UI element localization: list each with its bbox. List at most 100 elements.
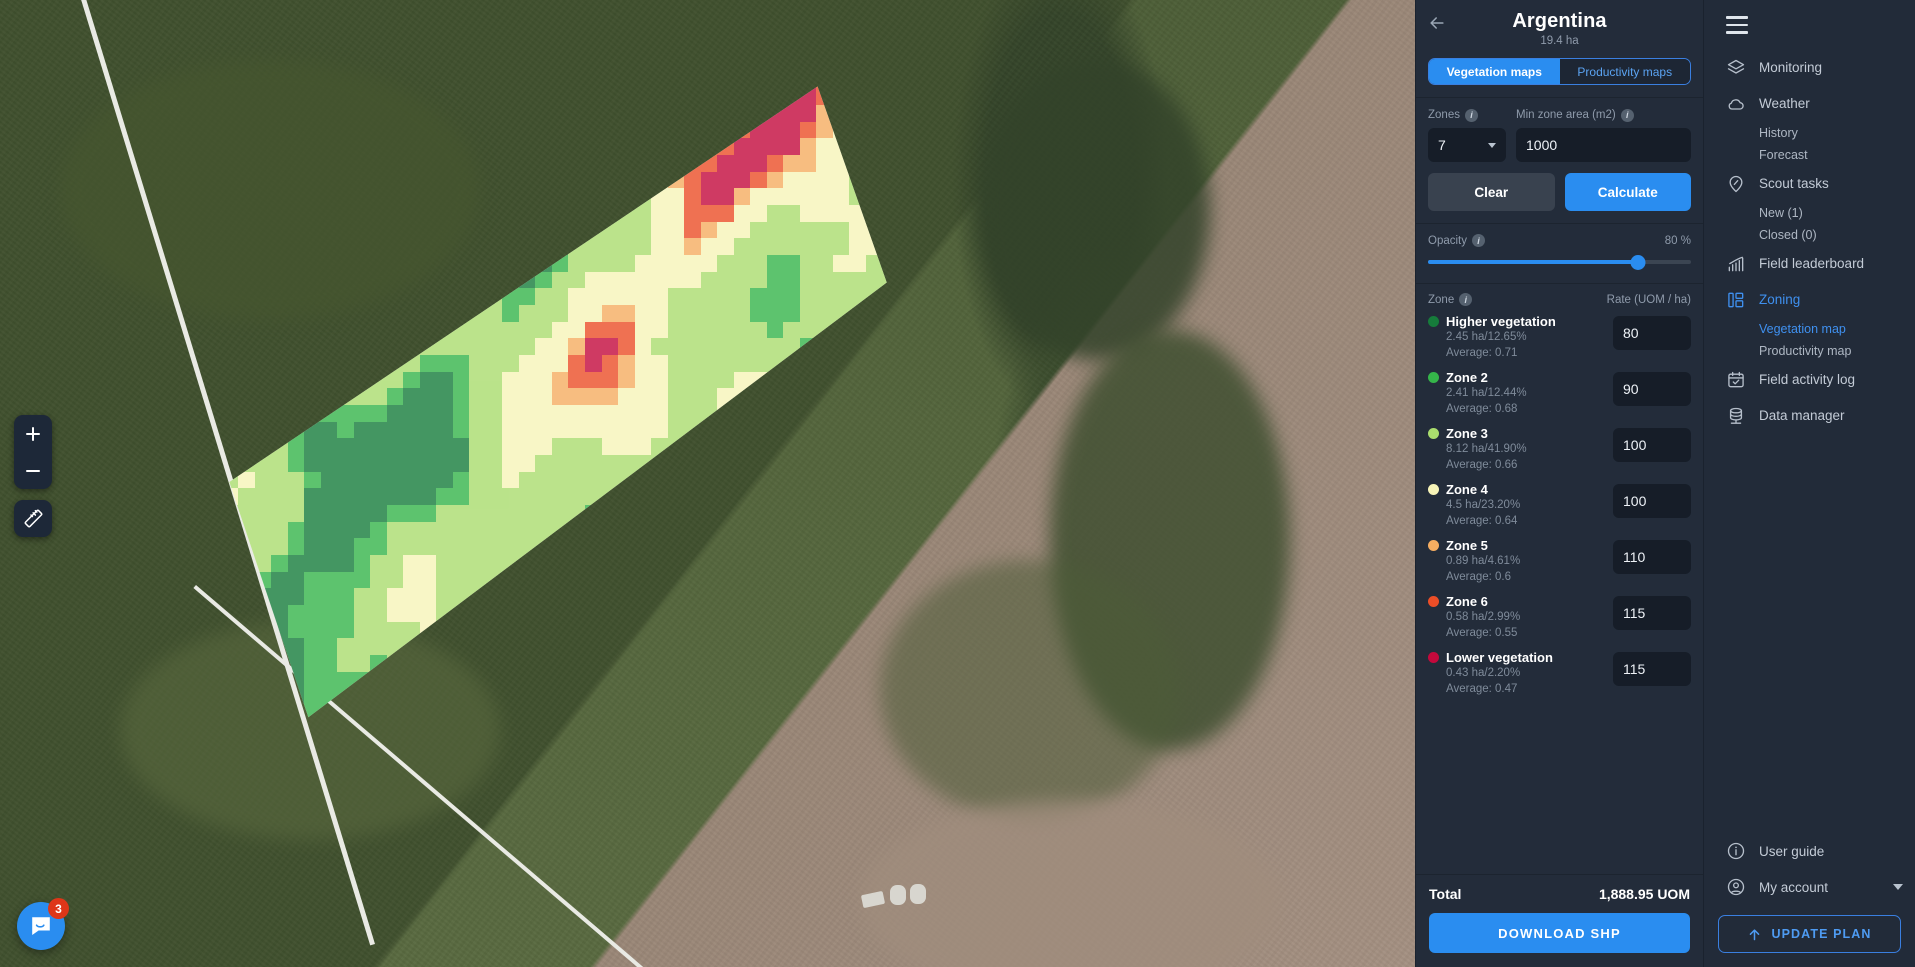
zone-row[interactable]: Zone 5 0.89 ha/4.61% Average: 0.6 110 [1428,534,1691,590]
zone-info: Zone 2 2.41 ha/12.44% Average: 0.68 [1428,370,1613,417]
chevron-down-icon[interactable] [1893,884,1903,890]
vegetation-zone-raster [229,86,887,718]
zone-name: Zone 6 [1446,594,1488,609]
nav-subitem-productivity-map[interactable]: Productivity map [1704,340,1915,362]
update-plan-button[interactable]: UPDATE PLAN [1718,915,1901,953]
nav-subitem-closed-0-[interactable]: Closed (0) [1704,224,1915,246]
map-type-tabs[interactable]: Vegetation maps Productivity maps [1428,58,1691,85]
zone-rate-input[interactable]: 115 [1613,596,1691,630]
zone-rate-input[interactable]: 110 [1613,540,1691,574]
nav-subitem-forecast[interactable]: Forecast [1704,144,1915,166]
slider-handle[interactable] [1630,255,1646,270]
zone-raster-clip [229,86,887,718]
opacity-label: Opacity [1428,234,1467,247]
zone-list[interactable]: Higher vegetation 2.45 ha/12.65% Average: … [1416,310,1703,874]
opacity-control: Opacity i 80 % [1416,224,1703,284]
zone-table-header: Zone i Rate (UOM / ha) [1416,284,1703,310]
nav-item-field-leaderboard[interactable]: Field leaderboard [1704,246,1915,282]
zone-row[interactable]: Higher vegetation 2.45 ha/12.65% Average: … [1428,310,1691,366]
info-icon[interactable]: i [1472,234,1485,247]
total-row: Total 1,888.95 UOM [1416,874,1703,913]
zone-rate-input[interactable]: 90 [1613,372,1691,406]
zone-area-percent: 8.12 ha/41.90% [1446,443,1527,455]
total-value: 1,888.95 UOM [1598,886,1690,902]
nav-item-my-account[interactable]: My account [1704,869,1915,905]
zone-info: Zone 6 0.58 ha/2.99% Average: 0.55 [1428,594,1613,641]
nav-item-data-manager[interactable]: Data manager [1704,398,1915,434]
zoning-grid-icon [1728,292,1744,307]
zone-name: Higher vegetation [1446,314,1556,329]
zone-info: Lower vegetation 0.43 ha/2.20% Average: 0.… [1428,650,1613,697]
nav-item-weather[interactable]: Weather [1704,86,1915,122]
nav-item-user-guide[interactable]: User guide [1704,833,1915,869]
zone-rate-input[interactable]: 80 [1613,316,1691,350]
zoning-parameters: Zones i 7 Min zone area (m2) i 1000 Clea… [1416,98,1703,224]
measure-tool-control[interactable] [14,500,52,537]
nav-subitem-history[interactable]: History [1704,122,1915,144]
zone-row[interactable]: Zone 4 4.5 ha/23.20% Average: 0.64 100 [1428,478,1691,534]
nav-item-list: Monitoring Weather History Forecast Scout ta… [1704,46,1915,834]
nav-item-field-activity-log[interactable]: Field activity log [1704,362,1915,398]
nav-label-weather: Weather [1759,96,1810,111]
ruler-icon[interactable] [14,500,52,537]
nav-label-field-activity-log: Field activity log [1759,372,1856,387]
nav-label-user-guide: User guide [1759,843,1825,859]
min-zone-area-input[interactable]: 1000 [1516,128,1691,162]
farm-building [910,884,926,904]
map-pin-icon [1729,175,1743,192]
zone-color-swatch [1428,484,1439,495]
map-zoom-controls[interactable] [14,415,52,489]
nav-label-field-leaderboard: Field leaderboard [1759,256,1865,271]
map-canvas[interactable]: 3 [0,0,1415,967]
info-icon[interactable]: i [1459,293,1473,306]
calendar-check-icon [1728,371,1744,387]
tab-productivity-maps[interactable]: Productivity maps [1559,59,1690,84]
zone-name: Lower vegetation [1446,650,1553,665]
zone-row[interactable]: Lower vegetation 0.43 ha/2.20% Average: 0.… [1428,646,1691,702]
zone-color-swatch [1428,652,1439,663]
zones-select[interactable]: 7 [1428,128,1506,162]
nav-item-scout-tasks[interactable]: Scout tasks [1704,166,1915,202]
info-circle-icon [1727,842,1745,860]
field-area-label: 19.4 ha [1540,35,1579,47]
download-shp-button[interactable]: DOWNLOAD SHP [1429,913,1690,953]
nav-label-my-account: My account [1759,879,1829,895]
field-polygon[interactable] [205,55,965,755]
zoom-in-button[interactable] [14,415,52,452]
chat-launcher-button[interactable]: 3 [17,898,69,950]
zone-name: Zone 5 [1446,538,1488,553]
opacity-slider[interactable] [1428,253,1691,271]
zoning-panel-header: Argentina 19.4 ha Vegetation maps Produc… [1416,0,1703,98]
zone-area-percent: 4.5 ha/23.20% [1446,499,1521,511]
info-icon[interactable]: i [1620,108,1634,122]
update-plan-label: UPDATE PLAN [1771,927,1872,941]
zoom-out-button[interactable] [14,452,52,489]
info-icon[interactable]: i [1464,108,1478,122]
zone-rate-input[interactable]: 100 [1613,428,1691,462]
zone-info: Zone 5 0.89 ha/4.61% Average: 0.6 [1428,538,1613,585]
farm-building [890,885,906,905]
back-arrow-icon[interactable] [1424,10,1450,36]
zone-row[interactable]: Zone 3 8.12 ha/41.90% Average: 0.66 100 [1428,422,1691,478]
zone-row[interactable]: Zone 2 2.41 ha/12.44% Average: 0.68 90 [1428,366,1691,422]
zone-rate-input[interactable]: 115 [1613,652,1691,686]
hamburger-menu-icon[interactable] [1704,0,1750,46]
nav-subitem-new-1-[interactable]: New (1) [1704,202,1915,224]
chevron-down-icon [1488,142,1496,148]
nav-item-zoning[interactable]: Zoning [1704,282,1915,318]
zone-average: Average: 0.6 [1446,571,1512,583]
zone-average: Average: 0.71 [1446,347,1518,359]
main-navigation-sidebar: Monitoring Weather History Forecast Scout ta… [1703,0,1915,967]
chat-bubble-icon [32,917,50,935]
zone-area-percent: 0.43 ha/2.20% [1446,667,1521,679]
nav-bottom-section: User guide My account UPDATE PLAN [1704,833,1915,967]
clear-button[interactable]: Clear [1428,173,1555,211]
zone-info: Zone 4 4.5 ha/23.20% Average: 0.64 [1428,482,1613,529]
tab-vegetation-maps[interactable]: Vegetation maps [1429,59,1560,84]
nav-item-monitoring[interactable]: Monitoring [1704,50,1915,86]
zone-area-percent: 2.41 ha/12.44% [1446,387,1527,399]
calculate-button[interactable]: Calculate [1564,173,1691,211]
zone-row[interactable]: Zone 6 0.58 ha/2.99% Average: 0.55 115 [1428,590,1691,646]
nav-subitem-vegetation-map[interactable]: Vegetation map [1704,318,1915,340]
zone-rate-input[interactable]: 100 [1613,484,1691,518]
